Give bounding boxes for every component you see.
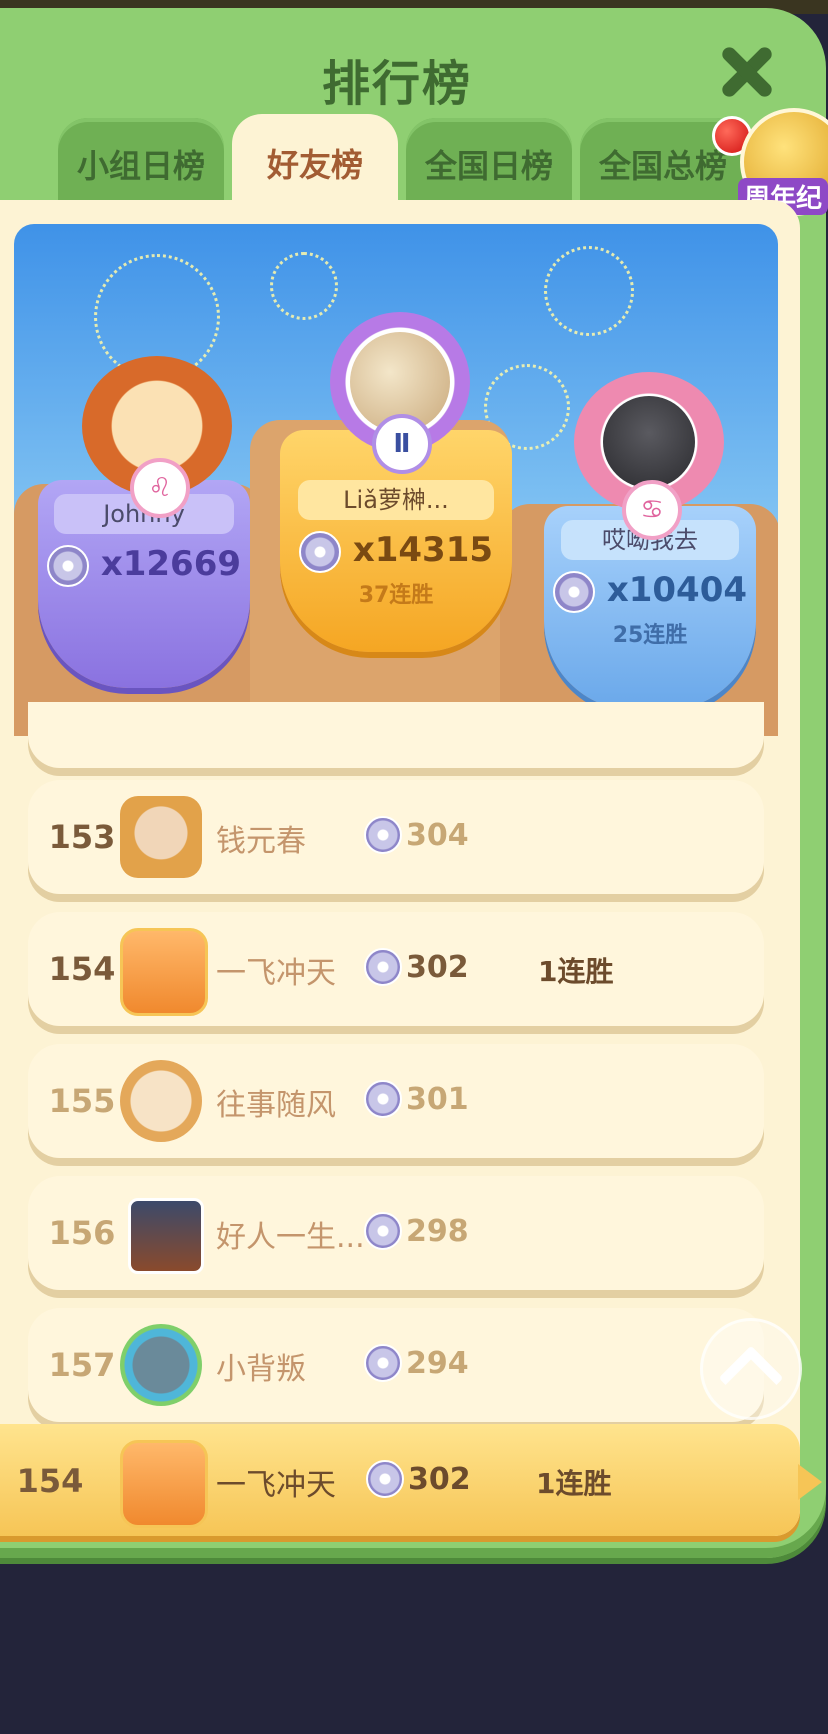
self-streak: 1连胜 [536,1467,612,1500]
page-title: 排行榜 [321,56,472,112]
disc-icon [364,1080,402,1118]
disc-icon [364,816,402,854]
row-name: 钱元春 [216,824,306,859]
podium-third-streak: 25连胜 [612,622,688,648]
avatar[interactable] [128,1198,204,1274]
row-name: 往事随风 [216,1088,336,1123]
row-name: 一飞冲天 [216,956,336,991]
podium-first-streak: 37连胜 [358,582,434,608]
close-icon[interactable] [716,42,776,102]
podium-third-score: x10404 [606,570,748,610]
row-rank: 154 [48,950,116,988]
self-name: 一飞冲天 [216,1468,336,1503]
table-row[interactable]: 156 好人一生... 298 [28,1176,764,1290]
pointer-notch [798,1464,822,1500]
tab-national-daily[interactable]: 全国日榜 [406,118,572,210]
row-score: 298 [406,1214,469,1249]
table-row[interactable]: 154 一飞冲天 302 1连胜 [28,912,764,1026]
tab-bar: 小组日榜 好友榜 全国日榜 全国总榜 [58,114,758,212]
podium-first-name: Liǎ萝榊... [298,480,494,520]
row-rank: 153 [48,818,116,856]
row-name: 好人一生... [216,1220,365,1255]
disc-icon [46,544,89,587]
tab-group-daily[interactable]: 小组日榜 [58,118,224,210]
table-row[interactable]: 155 往事随风 301 [28,1044,764,1158]
disc-icon [364,948,402,986]
disc-icon [552,570,595,613]
disc-icon [366,1460,404,1498]
row-rank: 157 [48,1346,116,1384]
row-rank: 155 [48,1082,116,1120]
table-row[interactable]: 153 钱元春 304 [28,780,764,894]
zodiac-leo-icon: ♌ [130,458,190,518]
row-streak: 1连胜 [538,955,614,988]
podium-second-score: x12669 [100,544,242,584]
row-rank: 156 [48,1214,116,1252]
zodiac-cancer-icon: ♋ [622,480,682,540]
list-item[interactable] [28,702,764,768]
firework-icon [544,246,634,336]
avatar[interactable] [120,1060,202,1142]
table-row[interactable]: 157 小背叛 294 [28,1308,764,1422]
self-rank: 154 [16,1462,84,1500]
self-rank-row[interactable]: 154 一飞冲天 302 1连胜 [0,1424,822,1536]
scroll-top-button[interactable] [700,1318,802,1420]
disc-icon [298,530,341,573]
avatar[interactable] [120,796,202,878]
zodiac-gemini-icon: Ⅱ [372,414,432,474]
row-score: 304 [406,818,469,853]
self-score: 302 [408,1462,471,1497]
row-score: 301 [406,1082,469,1117]
avatar[interactable] [120,1440,208,1528]
chevron-up-icon [718,1345,784,1411]
disc-icon [364,1344,402,1382]
row-score: 294 [406,1346,469,1381]
disc-icon [364,1212,402,1250]
tab-friends[interactable]: 好友榜 [232,114,398,212]
firework-icon [270,252,338,320]
avatar[interactable] [120,928,208,1016]
row-name: 小背叛 [216,1352,306,1387]
podium-first-score: x14315 [352,530,494,570]
avatar[interactable] [120,1324,202,1406]
row-score: 302 [406,950,469,985]
